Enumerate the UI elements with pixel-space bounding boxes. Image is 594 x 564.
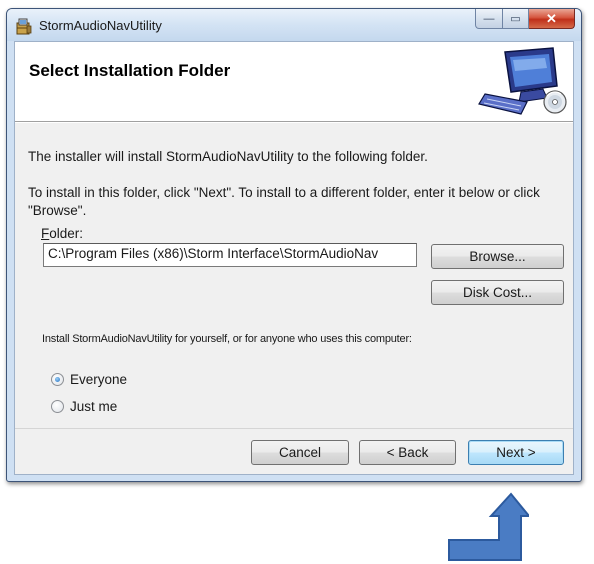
maximize-icon: ▭ [510,13,521,25]
minimize-button[interactable]: — [475,9,503,29]
radio-everyone[interactable]: Everyone [51,372,127,387]
page-title: Select Installation Folder [29,61,231,80]
close-icon: ✕ [546,10,557,26]
folder-path-input[interactable]: C:\Program Files (x86)\Storm Interface\S… [43,243,417,267]
installer-app-icon [16,18,32,35]
cancel-button[interactable]: Cancel [251,440,349,465]
instructions-text: To install in this folder, click "Next".… [28,185,540,218]
back-button[interactable]: < Back [359,440,456,465]
footer-separator [15,428,573,429]
radio-everyone-button[interactable] [51,373,64,386]
radio-just-me[interactable]: Just me [51,399,117,414]
pointer-arrow-icon [448,492,529,561]
next-button[interactable]: Next > [468,440,564,465]
folder-label-accelerator: F [41,226,50,241]
radio-just-me-button[interactable] [51,400,64,413]
window-title: StormAudioNavUtility [39,18,162,33]
close-button[interactable]: ✕ [529,9,575,29]
radio-everyone-label: Everyone [70,372,128,387]
header-banner: Select Installation Folder [15,42,573,122]
computer-install-icon [478,47,567,115]
folder-label-text: older: [49,226,84,241]
installer-window: StormAudioNavUtility — ▭ ✕ Select Instal… [6,8,582,482]
banner-divider [15,122,573,123]
browse-button[interactable]: Browse... [431,244,564,269]
install-scope-label: Install StormAudioNavUtility for yoursel… [42,333,412,345]
radio-just-me-label: Just me [70,399,118,414]
folder-label: Folder: [41,225,83,243]
maximize-button[interactable]: ▭ [503,9,529,29]
intro-text: The installer will install StormAudioNav… [28,149,428,164]
minimize-icon: — [483,12,495,25]
disk-cost-button[interactable]: Disk Cost... [431,280,564,305]
dialog-client-area: Select Installation Folder The installer… [14,41,574,475]
title-bar[interactable]: StormAudioNavUtility — ▭ ✕ [7,9,581,41]
caption-buttons: — ▭ ✕ [475,9,575,29]
